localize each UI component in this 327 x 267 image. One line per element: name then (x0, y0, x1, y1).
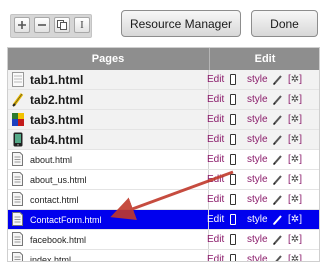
page-icon (12, 212, 24, 227)
table-row[interactable]: about.html Edit style [✲] (8, 150, 319, 170)
settings-gear-icon[interactable]: [✲] (288, 133, 302, 146)
edit-link[interactable]: Edit (207, 170, 224, 189)
style-link[interactable]: style (247, 90, 268, 109)
resource-manager-button[interactable]: Resource Manager (121, 10, 241, 37)
minus-icon[interactable] (34, 17, 50, 33)
page-icon (12, 172, 24, 187)
tab-phone-icon (12, 132, 24, 147)
column-header-pages: Pages (91, 53, 125, 65)
page-name[interactable]: facebook.html (30, 230, 86, 250)
plus-icon[interactable] (14, 17, 30, 33)
phone-icon[interactable] (230, 234, 236, 245)
style-link[interactable]: style (247, 250, 268, 261)
page-name[interactable]: about.html (30, 150, 72, 170)
style-link[interactable]: style (247, 230, 268, 249)
settings-gear-icon[interactable]: [✲] (288, 153, 302, 166)
pencil-icon[interactable] (273, 134, 283, 145)
rename-button[interactable]: I (74, 17, 90, 33)
style-link[interactable]: style (247, 190, 268, 209)
pencil-icon[interactable] (273, 254, 283, 262)
phone-icon[interactable] (230, 114, 236, 125)
pencil-icon[interactable] (273, 74, 283, 85)
table-row[interactable]: about_us.html Edit style [✲] (8, 170, 319, 190)
page-name[interactable]: tab4.html (30, 130, 83, 150)
style-link[interactable]: style (247, 70, 268, 89)
settings-gear-icon[interactable]: [✲] (288, 213, 302, 226)
pages-table: Pages Edit tab1.html Edit style [✲] tab2.htm… (7, 47, 320, 262)
settings-gear-icon[interactable]: [✲] (288, 233, 302, 246)
page-name[interactable]: tab1.html (30, 70, 83, 90)
phone-icon[interactable] (230, 254, 236, 261)
table-row[interactable]: ContactForm.html Edit style [✲] (8, 210, 319, 230)
pencil-icon[interactable] (273, 154, 283, 165)
pencil-icon[interactable] (273, 114, 283, 125)
page-icon (12, 252, 24, 261)
settings-gear-icon[interactable]: [✲] (288, 93, 302, 106)
phone-icon[interactable] (230, 174, 236, 185)
settings-gear-icon[interactable]: [✲] (288, 253, 302, 261)
settings-gear-icon[interactable]: [✲] (288, 73, 302, 86)
phone-icon[interactable] (230, 194, 236, 205)
page-icon (12, 232, 24, 247)
style-link[interactable]: style (247, 150, 268, 169)
phone-icon[interactable] (230, 134, 236, 145)
table-row[interactable]: tab1.html Edit style [✲] (8, 70, 319, 90)
style-link[interactable]: style (247, 170, 268, 189)
table-row[interactable]: index.html Edit style [✲] (8, 250, 319, 262)
phone-icon[interactable] (230, 74, 236, 85)
style-link[interactable]: style (247, 110, 268, 129)
edit-link[interactable]: Edit (207, 110, 224, 129)
phone-icon[interactable] (230, 154, 236, 165)
page-name[interactable]: tab2.html (30, 90, 83, 110)
column-header-edit: Edit (209, 48, 319, 70)
pencil-icon[interactable] (273, 234, 283, 245)
table-row[interactable]: contact.html Edit style [✲] (8, 190, 319, 210)
edit-link[interactable]: Edit (207, 70, 224, 89)
edit-link[interactable]: Edit (207, 230, 224, 249)
edit-link[interactable]: Edit (207, 250, 224, 261)
page-icon (12, 152, 24, 167)
pencil-icon[interactable] (273, 194, 283, 205)
page-name[interactable]: index.html (30, 250, 71, 261)
table-row[interactable]: tab4.html Edit style [✲] (8, 130, 319, 150)
style-link[interactable]: style (247, 130, 268, 149)
phone-icon[interactable] (230, 94, 236, 105)
page-icon (12, 192, 24, 207)
tab-color-icon (12, 112, 24, 127)
pencil-icon[interactable] (273, 174, 283, 185)
page-name[interactable]: about_us.html (30, 170, 87, 190)
copy-icon[interactable] (54, 17, 70, 33)
edit-link[interactable]: Edit (207, 150, 224, 169)
edit-link[interactable]: Edit (207, 210, 224, 229)
style-link[interactable]: style (247, 210, 268, 229)
table-row[interactable]: tab3.html Edit style [✲] (8, 110, 319, 130)
toolbar: I Resource Manager Done (7, 8, 320, 38)
settings-gear-icon[interactable]: [✲] (288, 193, 302, 206)
edit-link[interactable]: Edit (207, 190, 224, 209)
rename-label: I (80, 18, 84, 31)
edit-link[interactable]: Edit (207, 90, 224, 109)
settings-gear-icon[interactable]: [✲] (288, 173, 302, 186)
phone-icon[interactable] (230, 214, 236, 225)
done-button[interactable]: Done (251, 10, 318, 37)
tab-blank-icon (12, 72, 24, 87)
page-tools-group: I (10, 14, 92, 38)
tab-pencil-icon (12, 92, 24, 107)
pencil-icon[interactable] (273, 94, 283, 105)
page-name[interactable]: ContactForm.html (30, 210, 102, 230)
settings-gear-icon[interactable]: [✲] (288, 113, 302, 126)
pencil-icon[interactable] (273, 214, 283, 225)
table-row[interactable]: tab2.html Edit style [✲] (8, 90, 319, 110)
table-row[interactable]: facebook.html Edit style [✲] (8, 230, 319, 250)
edit-link[interactable]: Edit (207, 130, 224, 149)
page-name[interactable]: tab3.html (30, 110, 83, 130)
page-name[interactable]: contact.html (30, 190, 79, 210)
table-header: Pages Edit (8, 48, 319, 70)
